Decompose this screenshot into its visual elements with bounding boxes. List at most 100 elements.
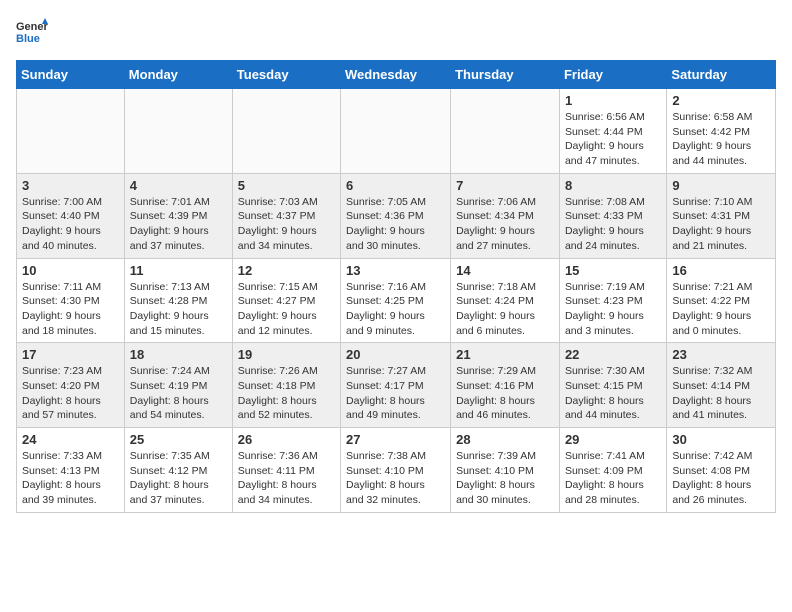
page-header: General Blue <box>16 16 776 48</box>
calendar-cell <box>451 89 560 174</box>
calendar-cell <box>17 89 125 174</box>
day-number: 14 <box>456 263 554 278</box>
day-info: Sunrise: 7:23 AM Sunset: 4:20 PM Dayligh… <box>22 364 119 423</box>
day-info: Sunrise: 7:01 AM Sunset: 4:39 PM Dayligh… <box>130 195 227 254</box>
calendar-cell: 13 Sunrise: 7:16 AM Sunset: 4:25 PM Dayli… <box>341 258 451 343</box>
calendar-cell: 16Sunrise: 7:21 AM Sunset: 4:22 PM Dayli… <box>667 258 776 343</box>
day-info: Sunrise: 7:39 AM Sunset: 4:10 PM Dayligh… <box>456 449 554 508</box>
day-number: 26 <box>238 432 335 447</box>
calendar-cell: 15 Sunrise: 7:19 AM Sunset: 4:23 PM Dayli… <box>559 258 666 343</box>
calendar-cell: 29 Sunrise: 7:41 AM Sunset: 4:09 PM Dayli… <box>559 428 666 513</box>
day-number: 24 <box>22 432 119 447</box>
day-info: Sunrise: 7:06 AM Sunset: 4:34 PM Dayligh… <box>456 195 554 254</box>
day-info: Sunrise: 7:08 AM Sunset: 4:33 PM Dayligh… <box>565 195 661 254</box>
day-info: Sunrise: 7:35 AM Sunset: 4:12 PM Dayligh… <box>130 449 227 508</box>
day-info: Sunrise: 7:15 AM Sunset: 4:27 PM Dayligh… <box>238 280 335 339</box>
day-info: Sunrise: 7:16 AM Sunset: 4:25 PM Dayligh… <box>346 280 445 339</box>
day-info: Sunrise: 7:36 AM Sunset: 4:11 PM Dayligh… <box>238 449 335 508</box>
calendar-cell: 28 Sunrise: 7:39 AM Sunset: 4:10 PM Dayli… <box>451 428 560 513</box>
day-info: Sunrise: 7:26 AM Sunset: 4:18 PM Dayligh… <box>238 364 335 423</box>
day-info: Sunrise: 7:42 AM Sunset: 4:08 PM Dayligh… <box>672 449 770 508</box>
day-number: 30 <box>672 432 770 447</box>
calendar-cell: 17 Sunrise: 7:23 AM Sunset: 4:20 PM Dayli… <box>17 343 125 428</box>
day-info: Sunrise: 7:27 AM Sunset: 4:17 PM Dayligh… <box>346 364 445 423</box>
calendar-cell: 5 Sunrise: 7:03 AM Sunset: 4:37 PM Daylig… <box>232 173 340 258</box>
day-info: Sunrise: 7:18 AM Sunset: 4:24 PM Dayligh… <box>456 280 554 339</box>
day-info: Sunrise: 7:03 AM Sunset: 4:37 PM Dayligh… <box>238 195 335 254</box>
svg-text:Blue: Blue <box>16 33 40 45</box>
day-number: 25 <box>130 432 227 447</box>
calendar-cell: 18 Sunrise: 7:24 AM Sunset: 4:19 PM Dayli… <box>124 343 232 428</box>
day-number: 8 <box>565 178 661 193</box>
calendar-cell: 26 Sunrise: 7:36 AM Sunset: 4:11 PM Dayli… <box>232 428 340 513</box>
logo: General Blue <box>16 16 52 48</box>
day-number: 2 <box>672 93 770 108</box>
calendar-cell: 7 Sunrise: 7:06 AM Sunset: 4:34 PM Daylig… <box>451 173 560 258</box>
calendar-cell <box>341 89 451 174</box>
day-number: 20 <box>346 347 445 362</box>
weekday-header-monday: Monday <box>124 61 232 89</box>
day-number: 10 <box>22 263 119 278</box>
day-info: Sunrise: 7:41 AM Sunset: 4:09 PM Dayligh… <box>565 449 661 508</box>
day-number: 4 <box>130 178 227 193</box>
day-number: 21 <box>456 347 554 362</box>
day-number: 28 <box>456 432 554 447</box>
day-info: Sunrise: 6:56 AM Sunset: 4:44 PM Dayligh… <box>565 110 661 169</box>
day-info: Sunrise: 7:38 AM Sunset: 4:10 PM Dayligh… <box>346 449 445 508</box>
calendar-cell: 8 Sunrise: 7:08 AM Sunset: 4:33 PM Daylig… <box>559 173 666 258</box>
calendar-cell: 12 Sunrise: 7:15 AM Sunset: 4:27 PM Dayli… <box>232 258 340 343</box>
day-number: 13 <box>346 263 445 278</box>
day-number: 5 <box>238 178 335 193</box>
day-number: 29 <box>565 432 661 447</box>
calendar-cell: 30 Sunrise: 7:42 AM Sunset: 4:08 PM Dayli… <box>667 428 776 513</box>
day-number: 12 <box>238 263 335 278</box>
day-number: 18 <box>130 347 227 362</box>
calendar-cell: 1 Sunrise: 6:56 AM Sunset: 4:44 PM Daylig… <box>559 89 666 174</box>
day-number: 23 <box>672 347 770 362</box>
day-number: 3 <box>22 178 119 193</box>
weekday-header-row: SundayMondayTuesdayWednesdayThursdayFrid… <box>17 61 776 89</box>
calendar-cell <box>232 89 340 174</box>
weekday-header-sunday: Sunday <box>17 61 125 89</box>
day-info: Sunrise: 6:58 AM Sunset: 4:42 PM Dayligh… <box>672 110 770 169</box>
day-info: Sunrise: 7:30 AM Sunset: 4:15 PM Dayligh… <box>565 364 661 423</box>
calendar-cell: 6 Sunrise: 7:05 AM Sunset: 4:36 PM Daylig… <box>341 173 451 258</box>
day-number: 1 <box>565 93 661 108</box>
calendar-cell: 22 Sunrise: 7:30 AM Sunset: 4:15 PM Dayli… <box>559 343 666 428</box>
calendar-cell: 9Sunrise: 7:10 AM Sunset: 4:31 PM Daylig… <box>667 173 776 258</box>
day-info: Sunrise: 7:32 AM Sunset: 4:14 PM Dayligh… <box>672 364 770 423</box>
day-number: 22 <box>565 347 661 362</box>
weekday-header-thursday: Thursday <box>451 61 560 89</box>
calendar-cell: 23 Sunrise: 7:32 AM Sunset: 4:14 PM Dayli… <box>667 343 776 428</box>
calendar-cell: 4 Sunrise: 7:01 AM Sunset: 4:39 PM Daylig… <box>124 173 232 258</box>
calendar-week-row: 17 Sunrise: 7:23 AM Sunset: 4:20 PM Dayli… <box>17 343 776 428</box>
calendar-cell: 27 Sunrise: 7:38 AM Sunset: 4:10 PM Dayli… <box>341 428 451 513</box>
day-info: Sunrise: 7:24 AM Sunset: 4:19 PM Dayligh… <box>130 364 227 423</box>
day-number: 27 <box>346 432 445 447</box>
weekday-header-saturday: Saturday <box>667 61 776 89</box>
calendar-cell: 14 Sunrise: 7:18 AM Sunset: 4:24 PM Dayli… <box>451 258 560 343</box>
day-info: Sunrise: 7:19 AM Sunset: 4:23 PM Dayligh… <box>565 280 661 339</box>
day-number: 6 <box>346 178 445 193</box>
day-info: Sunrise: 7:21 AM Sunset: 4:22 PM Dayligh… <box>672 280 770 339</box>
calendar-cell <box>124 89 232 174</box>
calendar-cell: 19 Sunrise: 7:26 AM Sunset: 4:18 PM Dayli… <box>232 343 340 428</box>
day-number: 19 <box>238 347 335 362</box>
calendar-cell: 24 Sunrise: 7:33 AM Sunset: 4:13 PM Dayli… <box>17 428 125 513</box>
weekday-header-tuesday: Tuesday <box>232 61 340 89</box>
day-number: 17 <box>22 347 119 362</box>
day-info: Sunrise: 7:11 AM Sunset: 4:30 PM Dayligh… <box>22 280 119 339</box>
calendar-cell: 20 Sunrise: 7:27 AM Sunset: 4:17 PM Dayli… <box>341 343 451 428</box>
calendar-cell: 2 Sunrise: 6:58 AM Sunset: 4:42 PM Daylig… <box>667 89 776 174</box>
day-info: Sunrise: 7:13 AM Sunset: 4:28 PM Dayligh… <box>130 280 227 339</box>
day-info: Sunrise: 7:05 AM Sunset: 4:36 PM Dayligh… <box>346 195 445 254</box>
day-number: 7 <box>456 178 554 193</box>
day-info: Sunrise: 7:33 AM Sunset: 4:13 PM Dayligh… <box>22 449 119 508</box>
calendar-cell: 21Sunrise: 7:29 AM Sunset: 4:16 PM Dayli… <box>451 343 560 428</box>
calendar-table: SundayMondayTuesdayWednesdayThursdayFrid… <box>16 60 776 513</box>
weekday-header-wednesday: Wednesday <box>341 61 451 89</box>
day-number: 15 <box>565 263 661 278</box>
calendar-week-row: 1 Sunrise: 6:56 AM Sunset: 4:44 PM Daylig… <box>17 89 776 174</box>
calendar-cell: 11Sunrise: 7:13 AM Sunset: 4:28 PM Dayli… <box>124 258 232 343</box>
calendar-cell: 10 Sunrise: 7:11 AM Sunset: 4:30 PM Dayli… <box>17 258 125 343</box>
